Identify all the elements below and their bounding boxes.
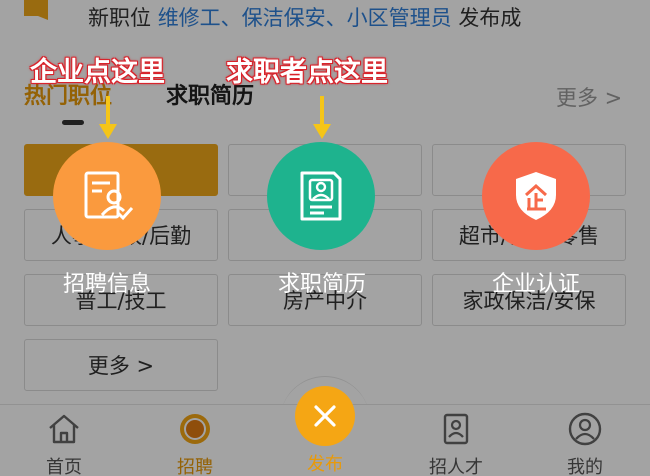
seeker-hint-text: 求职者点这里 [226, 57, 388, 88]
down-arrow-icon [99, 96, 117, 139]
resume-document-icon [300, 171, 342, 221]
recruit-info-label: 招聘信息 [62, 272, 151, 297]
company-hint-text: 企业点这里 [30, 57, 165, 88]
publish-label: 发布 [307, 454, 343, 475]
down-arrow-icon [313, 96, 331, 139]
recruit-document-icon [84, 171, 134, 221]
resume-button[interactable] [267, 142, 375, 250]
enterprise-shield-icon [516, 172, 556, 220]
close-publish-button[interactable] [295, 386, 355, 446]
resume-label: 求职简历 [277, 272, 366, 297]
recruit-info-button[interactable] [53, 142, 161, 250]
close-icon [314, 405, 336, 427]
enterprise-cert-button[interactable] [482, 142, 590, 250]
enterprise-cert-label: 企业认证 [491, 272, 580, 297]
